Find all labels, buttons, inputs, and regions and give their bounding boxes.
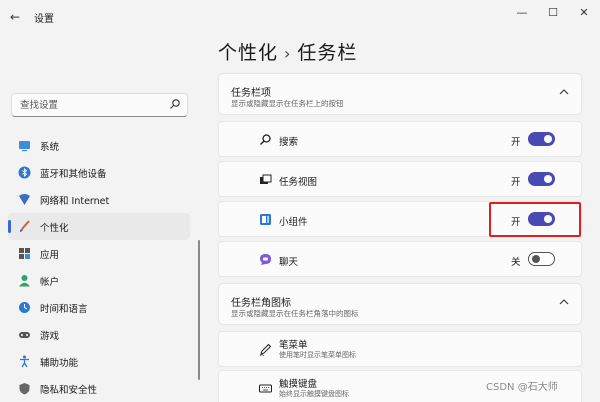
toggle-state-label: 开 (511, 137, 521, 148)
sidebar-item-system[interactable]: 系统 (8, 132, 190, 159)
task-view-toggle[interactable] (528, 172, 555, 186)
search-toggle[interactable] (528, 132, 555, 146)
toggle-knob (544, 135, 552, 143)
highlight-box (489, 202, 581, 237)
globe-clock-icon (19, 302, 30, 313)
breadcrumb-separator: › (284, 44, 292, 63)
sidebar-item-network[interactable]: 网络和 Internet (8, 186, 190, 213)
taskbar-item-search-row: 搜索 开 (218, 121, 582, 157)
sidebar-item-label: 个性化 (40, 223, 69, 234)
taskbar-items-header[interactable]: 任务栏项 显示或隐藏显示在任务栏上的按钮 (218, 73, 582, 115)
chat-icon (260, 254, 271, 265)
chevron-up-icon[interactable] (559, 88, 569, 96)
taskbar-item-task-view-row: 任务视图 开 (218, 161, 582, 197)
row-label: 搜索 (279, 137, 299, 148)
sidebar-item-label: 蓝牙和其他设备 (40, 169, 107, 180)
sidebar-item-label: 网络和 Internet (40, 196, 110, 207)
corner-item-pen-row: 笔菜单 使用笔时显示笔菜单图标 (218, 331, 582, 367)
row-label: 任务视图 (279, 177, 318, 188)
title-bar: ← 设置 — ☐ ✕ (0, 0, 600, 32)
chevron-up-icon[interactable] (559, 298, 569, 306)
search-icon (260, 134, 271, 145)
sidebar-item-apps[interactable]: 应用 (8, 240, 190, 267)
chat-toggle[interactable] (528, 252, 555, 266)
sidebar-item-label: 应用 (40, 250, 60, 261)
sidebar-item-gaming[interactable]: 游戏 (8, 321, 190, 348)
app-title: 设置 (34, 14, 54, 25)
person-icon (19, 275, 30, 287)
sidebar-item-label: 隐私和安全性 (40, 385, 98, 396)
toggle-state-label: 开 (511, 177, 521, 188)
corner-icons-header[interactable]: 任务栏角图标 显示或隐藏显示在任务栏角落中的图标 (218, 283, 582, 325)
section-title: 任务栏角图标 (231, 298, 291, 309)
toggle-knob (544, 175, 552, 183)
apps-icon (19, 248, 30, 259)
sidebar-item-label: 时间和语言 (40, 304, 88, 315)
sidebar-item-label: 游戏 (40, 331, 60, 342)
sidebar-item-accounts[interactable]: 帐户 (8, 267, 190, 294)
gamepad-icon (19, 332, 30, 338)
keyboard-icon (259, 384, 272, 393)
brush-icon (19, 220, 30, 232)
row-sublabel: 使用笔时显示笔菜单图标 (279, 351, 356, 359)
breadcrumb-personalization[interactable]: 个性化 (218, 42, 278, 64)
back-arrow-icon[interactable]: ← (10, 10, 20, 24)
sidebar-item-privacy[interactable]: 隐私和安全性 (8, 375, 190, 402)
row-label: 聊天 (279, 257, 299, 268)
toggle-state-label: 关 (511, 257, 521, 268)
toggle-knob (532, 255, 540, 263)
taskbar-item-chat-row: 聊天 关 (218, 241, 582, 277)
page-title: 个性化 › 任务栏 (218, 38, 357, 65)
breadcrumb-taskbar: 任务栏 (297, 42, 358, 64)
pen-icon (259, 343, 272, 356)
task-view-icon (260, 174, 272, 184)
shield-icon (19, 383, 30, 395)
bluetooth-icon (18, 166, 31, 179)
sidebar-item-time-language[interactable]: 时间和语言 (8, 294, 190, 321)
close-button[interactable]: ✕ (574, 6, 594, 19)
sidebar-scrollbar[interactable] (198, 240, 200, 380)
row-label: 触摸键盘 (279, 379, 318, 390)
sidebar-item-label: 帐户 (40, 277, 60, 288)
search-box[interactable] (11, 93, 188, 117)
section-subtitle: 显示或隐藏显示在任务栏角落中的图标 (231, 309, 359, 318)
sidebar-item-label: 辅助功能 (40, 358, 79, 369)
row-label: 小组件 (279, 217, 308, 228)
sidebar-item-bluetooth[interactable]: 蓝牙和其他设备 (8, 159, 190, 186)
widgets-icon (260, 214, 271, 225)
sidebar-item-accessibility[interactable]: 辅助功能 (8, 348, 190, 375)
watermark: CSDN @石大师 (486, 382, 558, 393)
active-indicator (8, 220, 11, 233)
section-subtitle: 显示或隐藏显示在任务栏上的按钮 (231, 99, 344, 108)
sidebar-nav: 系统 蓝牙和其他设备 网络和 Internet 个性化 应用 帐户 时间和语言 … (8, 132, 190, 402)
row-label: 笔菜单 (279, 340, 308, 351)
sidebar-item-label: 系统 (40, 142, 60, 153)
monitor-icon (19, 141, 30, 152)
row-sublabel: 始终显示触摸键盘图标 (279, 390, 349, 398)
minimize-button[interactable]: — (512, 6, 532, 19)
sidebar-item-personalization[interactable]: 个性化 (8, 213, 190, 240)
section-title: 任务栏项 (231, 88, 271, 99)
search-input[interactable] (18, 99, 172, 112)
network-icon (19, 194, 30, 205)
search-icon[interactable] (169, 98, 181, 110)
accessibility-icon (20, 355, 29, 368)
maximize-button[interactable]: ☐ (543, 6, 563, 19)
